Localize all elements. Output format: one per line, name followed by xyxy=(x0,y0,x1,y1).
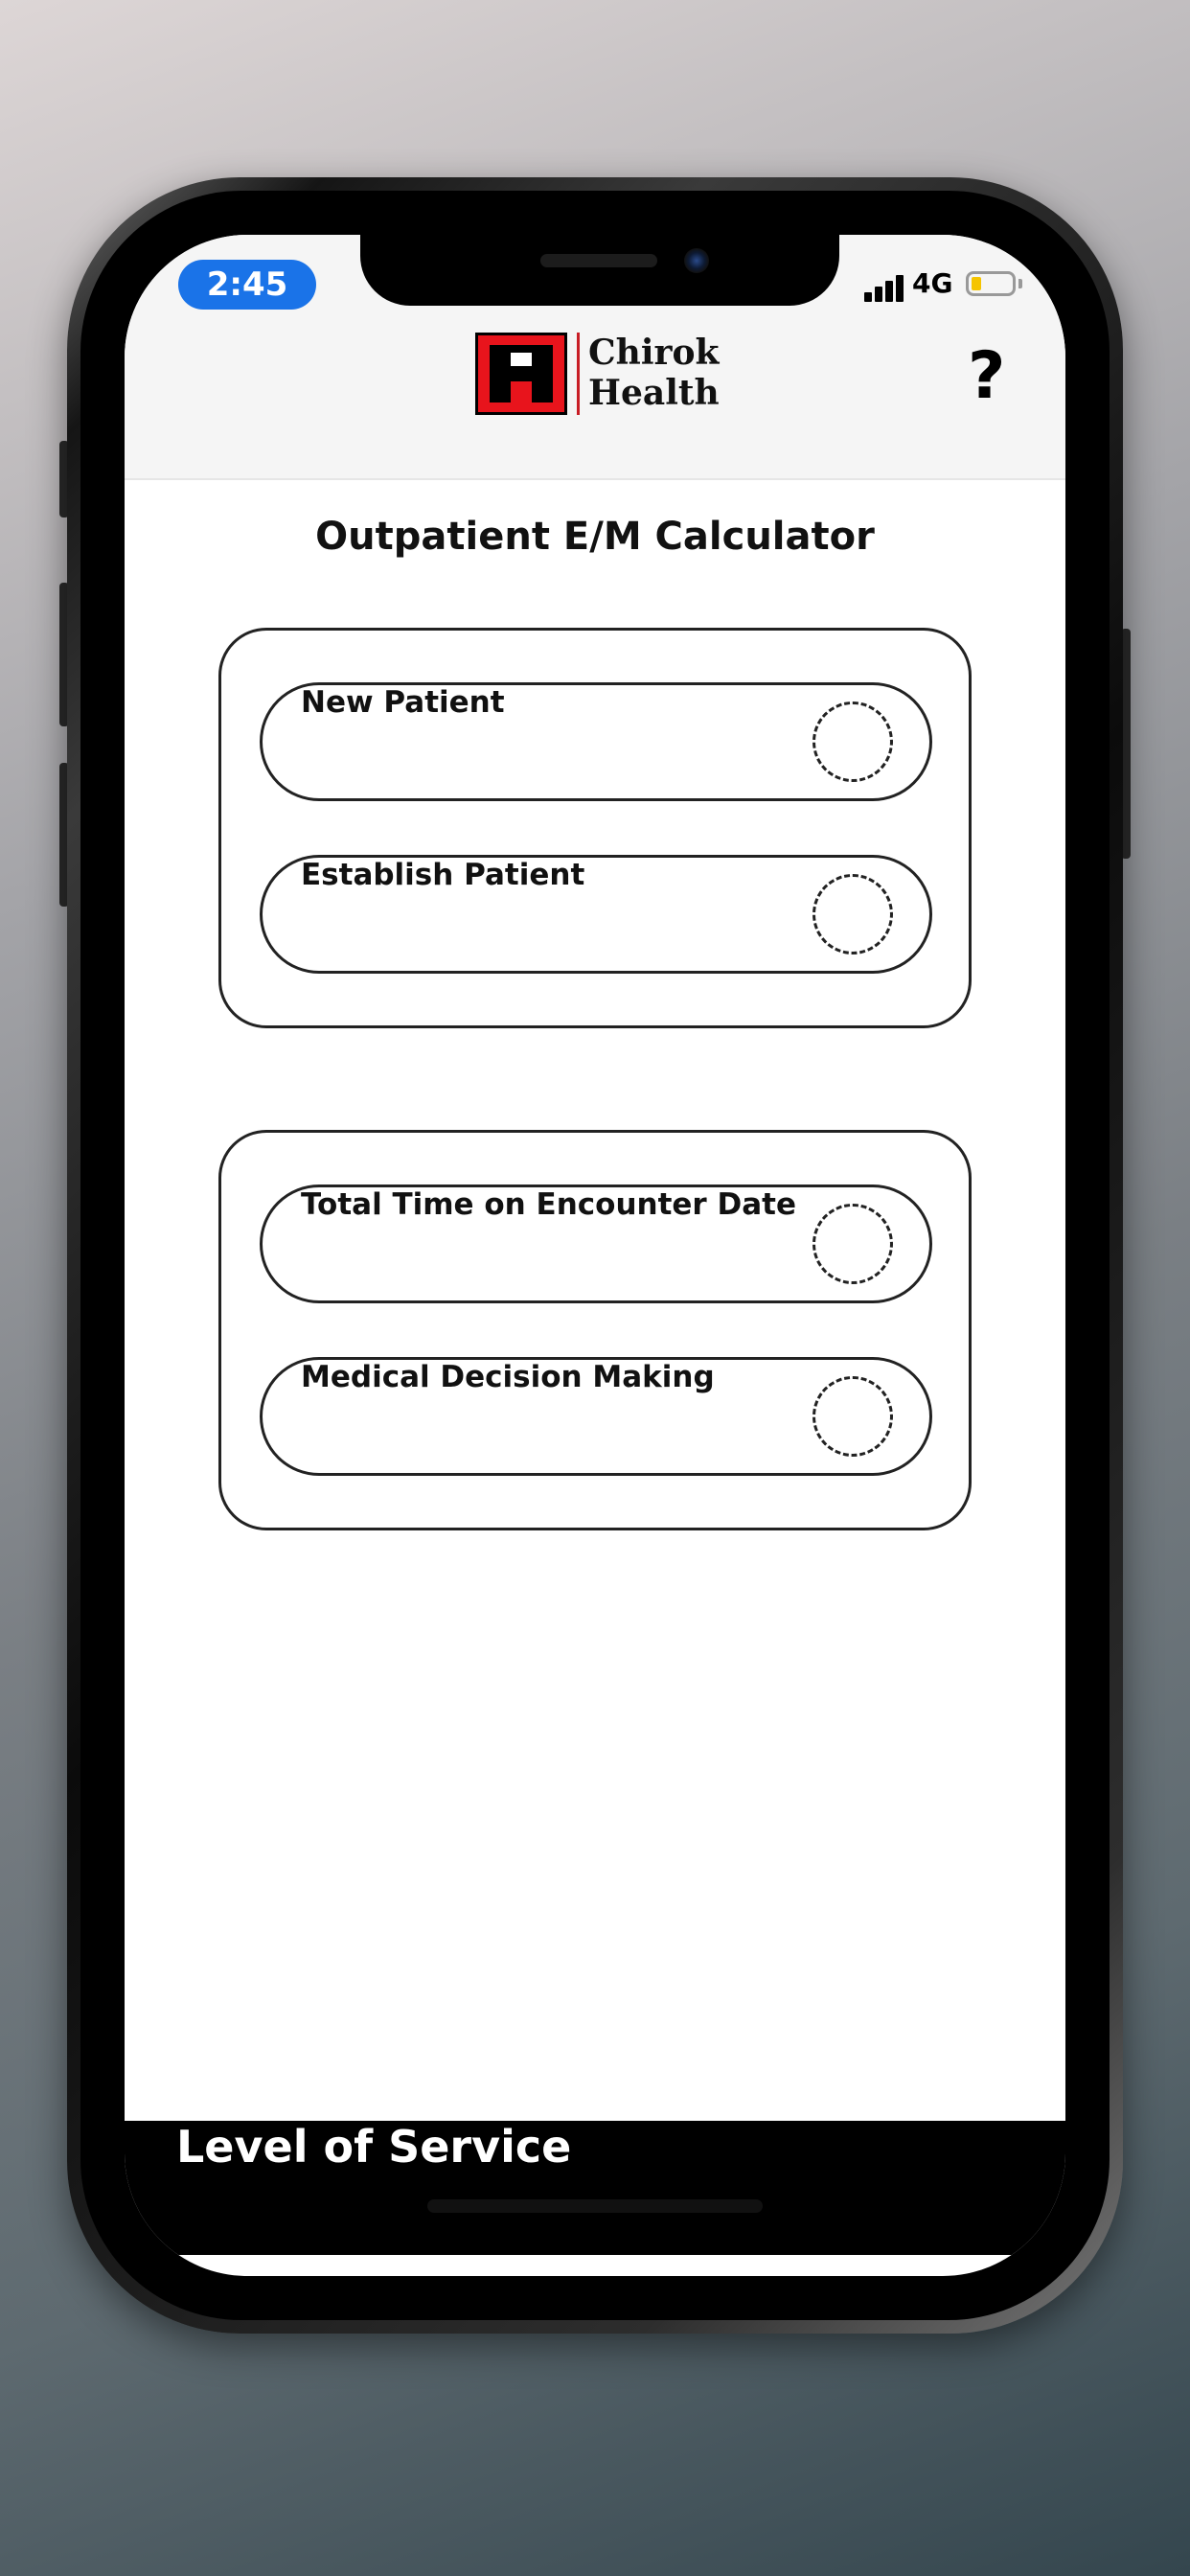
radio-unselected-icon[interactable] xyxy=(812,702,893,782)
battery-tip xyxy=(1018,279,1022,288)
radio-unselected-icon[interactable] xyxy=(812,1204,893,1284)
calculation-method-group: Total Time on Encounter Date Medical Dec… xyxy=(218,1130,972,1530)
battery-icon xyxy=(966,271,1016,296)
option-establish-patient[interactable]: Establish Patient xyxy=(260,855,932,974)
option-label: Medical Decision Making xyxy=(301,1360,715,1394)
option-label: New Patient xyxy=(301,685,505,720)
question-mark-icon[interactable]: ? xyxy=(968,338,1005,414)
network-type: 4G xyxy=(912,267,953,299)
level-of-service-label: Level of Service xyxy=(176,2121,572,2173)
logo-divider xyxy=(577,333,580,415)
option-medical-decision-making[interactable]: Medical Decision Making xyxy=(260,1357,932,1476)
chirok-health-logo: Chirok Health xyxy=(475,331,724,417)
cellular-signal-icon xyxy=(864,273,906,302)
logo-text-line2: Health xyxy=(588,373,720,413)
logo-text-line1: Chirok xyxy=(588,333,720,373)
phone-frame: 2:45 4G Chirok Health ? Outpatient E/M C… xyxy=(67,177,1123,2334)
option-label: Establish Patient xyxy=(301,858,585,892)
speaker-grille xyxy=(540,254,657,267)
status-time: 2:45 xyxy=(178,260,316,310)
home-indicator[interactable] xyxy=(427,2199,763,2213)
app-screen: 2:45 4G Chirok Health ? Outpatient E/M C… xyxy=(125,235,1065,2276)
battery-level xyxy=(972,277,981,290)
option-label: Total Time on Encounter Date xyxy=(301,1187,797,1222)
radio-unselected-icon[interactable] xyxy=(812,874,893,954)
page-title: Outpatient E/M Calculator xyxy=(315,515,875,559)
option-new-patient[interactable]: New Patient xyxy=(260,682,932,801)
option-total-time[interactable]: Total Time on Encounter Date xyxy=(260,1184,932,1303)
logo-mark-icon xyxy=(475,333,567,415)
level-of-service-bar[interactable]: Level of Service xyxy=(125,2121,1065,2255)
front-camera xyxy=(684,248,709,273)
radio-unselected-icon[interactable] xyxy=(812,1376,893,1457)
patient-type-group: New Patient Establish Patient xyxy=(218,628,972,1028)
notch xyxy=(360,235,839,306)
